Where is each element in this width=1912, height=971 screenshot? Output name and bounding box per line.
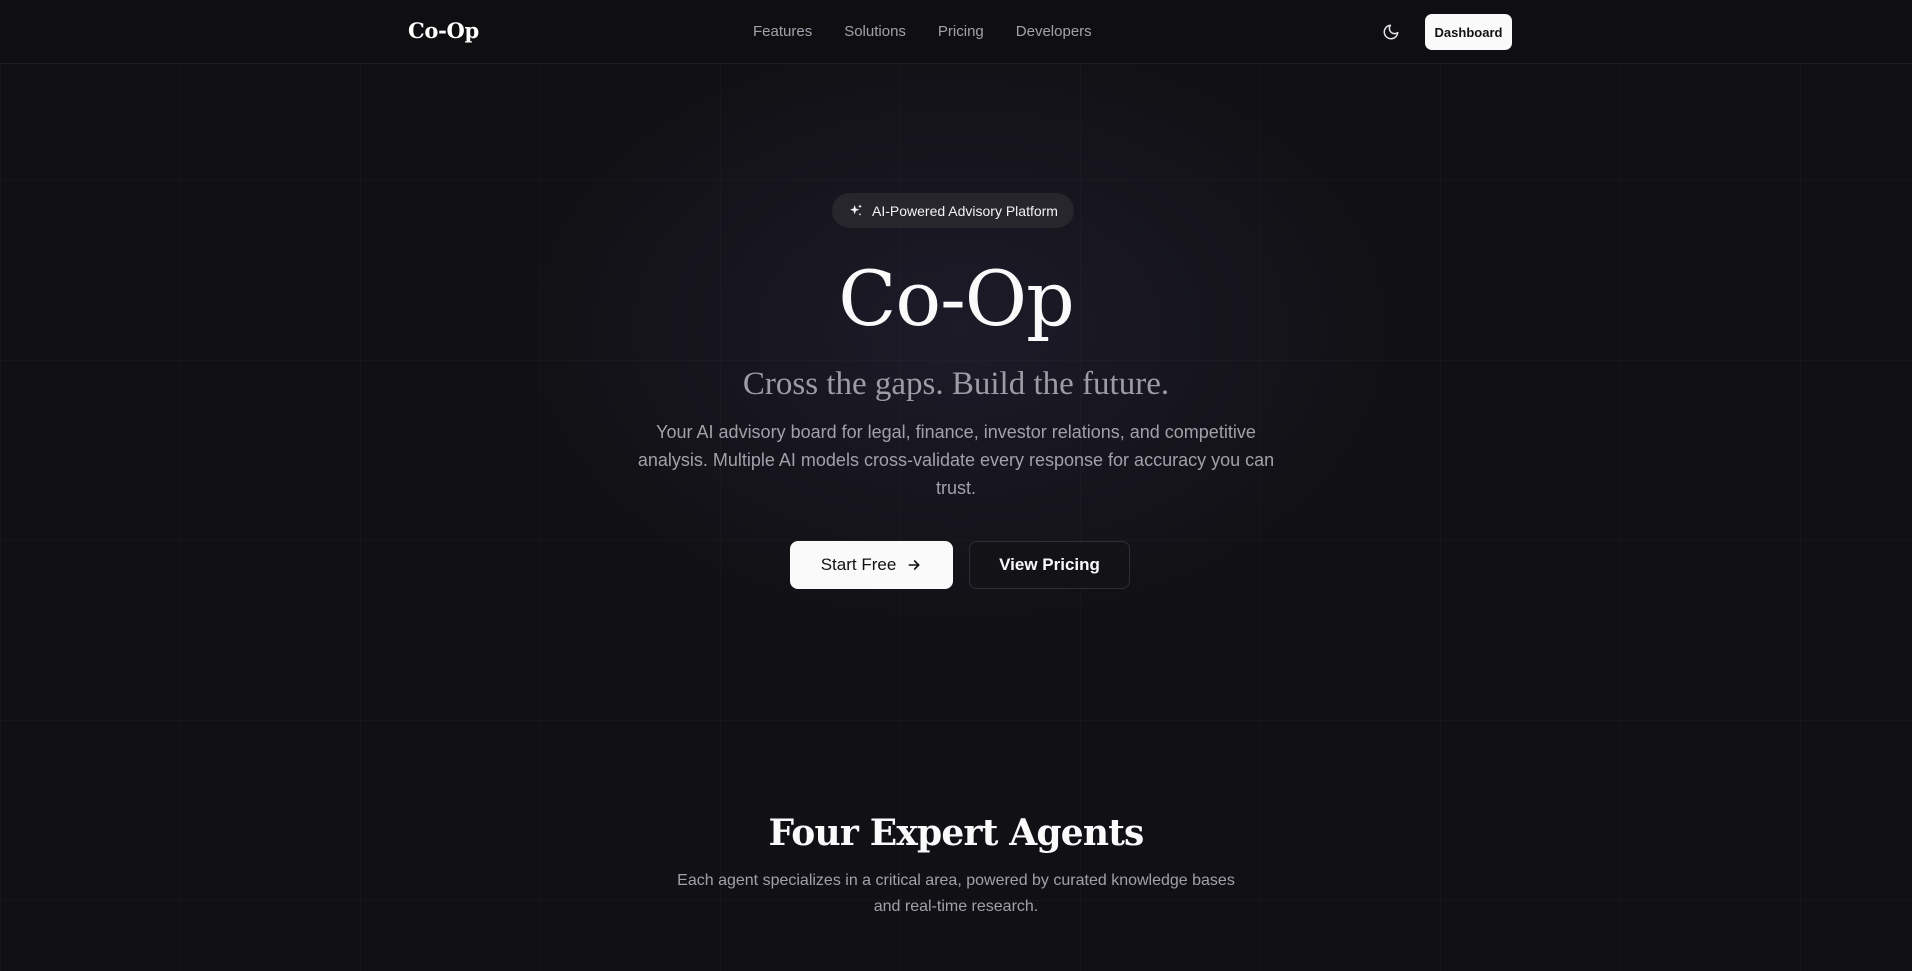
brand-logo[interactable]: Co-Op [408,18,479,43]
platform-badge: AI-Powered Advisory Platform [832,193,1074,228]
hero-description: Your AI advisory board for legal, financ… [637,422,1275,498]
nav-link-developers[interactable]: Developers [1016,22,1092,42]
view-pricing-button[interactable]: View Pricing [969,541,1130,589]
start-free-button[interactable]: Start Free [790,541,953,589]
nav-link-solutions[interactable]: Solutions [844,22,906,42]
agents-section-title: Four Expert Agents [768,812,1144,854]
badge-label: AI-Powered Advisory Platform [872,202,1058,219]
start-free-label: Start Free [820,555,897,574]
dashboard-button[interactable]: Dashboard [1425,14,1512,50]
arrow-right-icon [908,560,920,570]
agents-section-description: Each agent specializes in a critical are… [677,872,1235,915]
page: Co-Op Features Solutions Pricing Develop… [0,0,1912,971]
top-navigation-bar: Co-Op Features Solutions Pricing Develop… [0,0,1912,64]
sparkles-icon [848,203,864,219]
main-nav: Features Solutions Pricing Developers [753,22,1124,42]
nav-link-features[interactable]: Features [753,22,812,42]
nav-link-pricing[interactable]: Pricing [938,22,984,42]
hero-title: Co-Op [838,254,1075,343]
hero-subtitle: Cross the gaps. Build the future. [742,366,1170,402]
moon-icon [1383,24,1399,40]
theme-toggle-button[interactable] [1378,19,1404,45]
